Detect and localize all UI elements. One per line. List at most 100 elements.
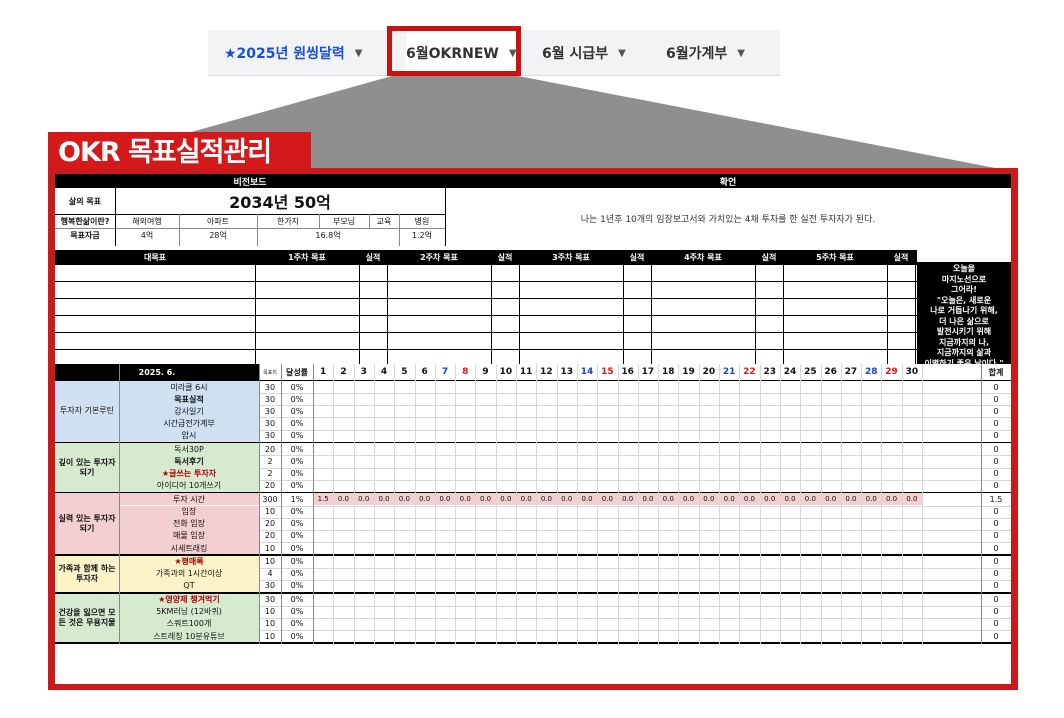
motto-line: 더 나은 삶으로 (939, 316, 989, 326)
tab-label: ★2025년 원씽달력 (224, 46, 345, 62)
habit-rate: 0% (290, 382, 304, 392)
daily-value[interactable]: 0.0 (658, 493, 678, 505)
chevron-down-icon[interactable]: ▼ (355, 48, 363, 59)
tab-june-budget[interactable]: 6월가계부 ▼ (666, 30, 745, 76)
daily-value[interactable]: 0.0 (861, 493, 881, 505)
habit-total: 0 (993, 507, 999, 517)
daily-value[interactable]: 0.0 (577, 493, 597, 505)
habit-rate: 1% (290, 494, 304, 504)
daily-value[interactable]: 0.0 (800, 493, 820, 505)
habit-label: 투자 시간 (119, 493, 259, 506)
fund-label: 목표자금 (70, 230, 100, 240)
habit-target[interactable]: 10 (259, 556, 281, 568)
weekly-goals-grid[interactable] (55, 264, 917, 364)
grid-line (637, 364, 639, 644)
grid-line (597, 364, 599, 644)
habit-target[interactable]: 30 (259, 417, 281, 429)
day-header: 22 (743, 367, 756, 377)
daily-value[interactable]: 0.0 (557, 493, 577, 505)
daily-value[interactable]: 0.0 (881, 493, 901, 505)
habit-rate: 0% (290, 406, 304, 416)
daily-value[interactable]: 0.0 (394, 493, 414, 505)
daily-value[interactable]: 0.0 (902, 493, 922, 505)
daily-value[interactable]: 0.0 (618, 493, 638, 505)
daily-value[interactable]: 0.0 (516, 493, 536, 505)
grid-line (779, 364, 781, 644)
life-goal-value[interactable]: 2034년 50억 (115, 188, 445, 214)
daily-value[interactable]: 0.0 (597, 493, 617, 505)
daily-value[interactable]: 0.0 (354, 493, 374, 505)
habit-rate: 0% (290, 481, 304, 491)
daily-value[interactable]: 0.0 (678, 493, 698, 505)
affirmation-text[interactable]: 나는 1년후 10개의 임장보고서와 가치있는 4채 투자를 한 실전 투자자가… (445, 190, 1011, 246)
habit-target[interactable]: 20 (259, 518, 281, 530)
week-result-header: 실적 (893, 252, 909, 262)
habit-label: ★영양제 챙겨먹기 (119, 593, 259, 606)
tab-2025-onething-calendar[interactable]: ★2025년 원씽달력 ▼ (224, 30, 363, 76)
item-value[interactable]: 4억 (115, 228, 179, 242)
motto-line: 마지노선으로 (941, 274, 987, 284)
daily-value[interactable]: 0.0 (780, 493, 800, 505)
chevron-down-icon[interactable]: ▼ (618, 48, 626, 59)
day-header: 7 (441, 367, 449, 377)
daily-value[interactable]: 0.0 (496, 493, 516, 505)
daily-value[interactable]: 0.0 (374, 493, 394, 505)
habit-target[interactable]: 30 (259, 580, 281, 592)
daily-value[interactable]: 0.0 (435, 493, 455, 505)
merged-value[interactable]: 16.8억 (257, 228, 399, 242)
daily-value[interactable]: 0.0 (739, 493, 759, 505)
habit-target[interactable]: 20 (259, 443, 281, 455)
grid-line (623, 264, 624, 364)
daily-value[interactable]: 0.0 (536, 493, 556, 505)
daily-value[interactable]: 0.0 (638, 493, 658, 505)
habit-target[interactable]: 2 (259, 455, 281, 467)
daily-value[interactable]: 0.0 (455, 493, 475, 505)
grid-line (414, 364, 416, 644)
motto-line: 오늘을 (952, 264, 976, 273)
habit-label: ★평매록 (119, 555, 259, 568)
item-value[interactable]: 1.2억 (399, 228, 445, 242)
habit-target[interactable]: 30 (259, 430, 281, 442)
habit-target[interactable]: 30 (259, 393, 281, 405)
daily-value[interactable]: 1.5 (313, 493, 333, 505)
daily-value[interactable]: 0.0 (699, 493, 719, 505)
grid-line (800, 364, 802, 644)
grid-line (576, 364, 578, 644)
habit-target[interactable]: 300 (259, 493, 281, 505)
chevron-down-icon[interactable]: ▼ (737, 48, 745, 59)
day-header: 24 (783, 367, 797, 377)
daily-value[interactable]: 0.0 (821, 493, 841, 505)
habit-target[interactable]: 10 (259, 618, 281, 630)
item-label: 아파트 (206, 216, 230, 226)
habit-total: 0 (993, 569, 999, 579)
habit-target[interactable]: 20 (259, 480, 281, 492)
grid-line (491, 264, 492, 364)
habit-target[interactable]: 10 (259, 506, 281, 518)
day-header: 9 (482, 367, 489, 377)
habit-target[interactable]: 30 (259, 381, 281, 393)
habit-target[interactable]: 4 (259, 568, 281, 580)
habit-target[interactable]: 10 (259, 630, 281, 642)
daily-value[interactable]: 0.0 (415, 493, 435, 505)
daily-value[interactable]: 0.0 (333, 493, 353, 505)
habit-target[interactable]: 10 (259, 542, 281, 554)
tab-june-hourly[interactable]: 6월 시급부 ▼ (542, 30, 626, 76)
rate-header: 달성률 (285, 367, 309, 377)
habit-target[interactable]: 30 (259, 594, 281, 606)
daily-value[interactable]: 0.0 (719, 493, 739, 505)
item-value[interactable]: 28억 (179, 228, 257, 242)
grid-line (455, 364, 457, 644)
daily-value[interactable]: 0.0 (760, 493, 780, 505)
day-header: 16 (621, 367, 634, 377)
habit-target[interactable]: 30 (259, 405, 281, 417)
habit-target[interactable]: 10 (259, 606, 281, 618)
grid-line (556, 364, 558, 644)
day-header: 23 (763, 367, 776, 377)
daily-value[interactable]: 0.0 (475, 493, 495, 505)
habit-rate: 0% (290, 444, 304, 454)
habit-target[interactable]: 2 (259, 468, 281, 480)
habit-total: 0 (993, 481, 999, 491)
habit-target[interactable]: 20 (259, 530, 281, 542)
daily-value[interactable]: 0.0 (841, 493, 861, 505)
grid-line (617, 364, 619, 644)
